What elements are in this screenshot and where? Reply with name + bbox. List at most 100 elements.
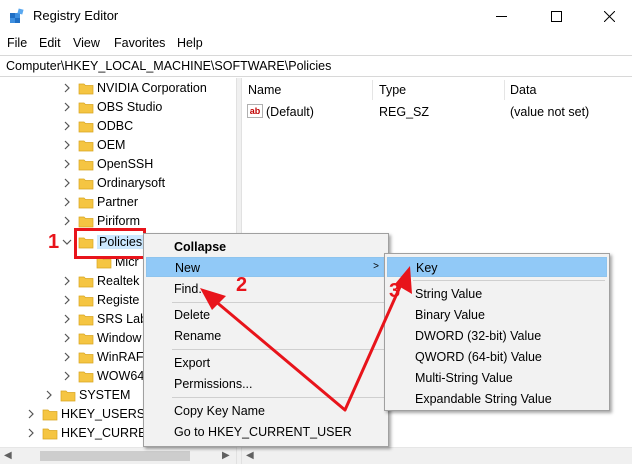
folder-icon: [78, 178, 94, 190]
menu-file[interactable]: File: [7, 36, 27, 50]
chevron-right-icon[interactable]: [62, 178, 72, 188]
menu-item-rename[interactable]: Rename: [146, 326, 386, 346]
column-separator[interactable]: [372, 80, 373, 100]
value-name[interactable]: (Default): [266, 105, 314, 119]
folder-icon: [78, 276, 94, 288]
address-bar[interactable]: Computer\HKEY_LOCAL_MACHINE\SOFTWARE\Pol…: [0, 55, 632, 77]
menu-item-find[interactable]: Find...: [146, 279, 386, 299]
menu-bar: File Edit View Favorites Help: [0, 33, 632, 54]
scroll-right-icon[interactable]: ▶: [222, 450, 230, 461]
submenu-item-key[interactable]: Key: [387, 257, 607, 277]
new-submenu: Key String Value Binary Value DWORD (32-…: [384, 253, 610, 411]
list-horizontal-scrollbar[interactable]: ◀: [242, 447, 632, 464]
menu-item-goto-hkcu[interactable]: Go to HKEY_CURRENT_USER: [146, 422, 386, 442]
maximize-button[interactable]: [533, 0, 579, 32]
folder-icon: [42, 428, 58, 440]
scroll-thumb[interactable]: [40, 451, 190, 461]
tree-item[interactable]: NVIDIA Corporation: [62, 79, 236, 98]
chevron-down-icon[interactable]: [62, 237, 72, 247]
column-separator[interactable]: [504, 80, 505, 100]
title-bar: Registry Editor: [0, 0, 632, 32]
menu-separator: [172, 349, 384, 350]
chevron-right-icon[interactable]: [62, 276, 72, 286]
close-button[interactable]: [586, 0, 632, 32]
chevron-right-icon[interactable]: [26, 409, 36, 419]
tree-horizontal-scrollbar[interactable]: ◀ ▶: [0, 447, 236, 464]
registry-editor-icon: [10, 8, 24, 23]
string-value-icon: ab: [247, 104, 263, 118]
minimize-button[interactable]: [478, 0, 524, 32]
menu-item-collapse[interactable]: Collapse: [146, 237, 386, 257]
tree-item-label: Partner: [97, 195, 138, 209]
tree-item[interactable]: ODBC: [62, 117, 236, 136]
menu-separator: [172, 397, 384, 398]
tree-item-label: Piriform: [97, 214, 141, 228]
folder-icon: [78, 83, 94, 95]
chevron-right-icon[interactable]: [62, 352, 72, 362]
chevron-right-icon[interactable]: [62, 371, 72, 381]
menu-help[interactable]: Help: [177, 36, 203, 50]
folder-icon: [78, 216, 94, 228]
scroll-left-icon[interactable]: ◀: [246, 450, 254, 461]
folder-icon: [78, 333, 94, 345]
tree-item-label: Registe: [97, 293, 140, 307]
menu-item-new[interactable]: New >: [146, 257, 386, 277]
folder-icon: [78, 140, 94, 152]
menu-item-export[interactable]: Export: [146, 353, 386, 373]
chevron-right-icon[interactable]: [62, 295, 72, 305]
folder-icon: [78, 295, 94, 307]
menu-separator: [413, 280, 605, 281]
menu-item-permissions[interactable]: Permissions...: [146, 374, 386, 394]
menu-item-copy-key-name[interactable]: Copy Key Name: [146, 401, 386, 421]
folder-icon: [60, 390, 76, 402]
chevron-right-icon[interactable]: [62, 140, 72, 150]
tree-item-label: NVIDIA Corporation: [97, 81, 207, 95]
folder-icon: [78, 197, 94, 209]
menu-favorites[interactable]: Favorites: [114, 36, 165, 50]
value-data: (value not set): [510, 105, 590, 119]
submenu-item-multi-string-value[interactable]: Multi-String Value: [387, 368, 607, 388]
tree-item-label: HKEY_CURREN: [61, 426, 156, 440]
folder-icon: [78, 159, 94, 171]
chevron-right-icon[interactable]: [62, 216, 72, 226]
window-title: Registry Editor: [33, 8, 119, 23]
value-type: REG_SZ: [379, 105, 430, 119]
tree-item[interactable]: Ordinarysoft: [62, 174, 236, 193]
scroll-left-icon[interactable]: ◀: [4, 450, 12, 461]
submenu-item-binary-value[interactable]: Binary Value: [387, 305, 607, 325]
column-header-name[interactable]: Name: [248, 83, 281, 97]
maximize-icon: [550, 10, 562, 22]
submenu-item-string-value[interactable]: String Value: [387, 284, 607, 304]
tree-item-label: HKEY_USERS: [61, 407, 146, 421]
submenu-item-expandable-string-value[interactable]: Expandable String Value: [387, 389, 607, 409]
column-header-data[interactable]: Data: [510, 83, 536, 97]
tree-item-label: WOW64: [97, 369, 145, 383]
tree-item[interactable]: OEM: [62, 136, 236, 155]
menu-item-delete[interactable]: Delete: [146, 305, 386, 325]
tree-item-label: SRS Lab: [97, 312, 148, 326]
chevron-right-icon[interactable]: [62, 83, 72, 93]
menu-view[interactable]: View: [73, 36, 100, 50]
tree-item[interactable]: OpenSSH: [62, 155, 236, 174]
tree-item[interactable]: OBS Studio: [62, 98, 236, 117]
column-header-type[interactable]: Type: [379, 83, 406, 97]
step-1-label: 1: [48, 231, 60, 253]
tree-item[interactable]: Partner: [62, 193, 236, 212]
submenu-item-qword-value[interactable]: QWORD (64-bit) Value: [387, 347, 607, 367]
chevron-right-icon[interactable]: [62, 314, 72, 324]
chevron-right-icon[interactable]: [26, 428, 36, 438]
chevron-right-icon[interactable]: [44, 390, 54, 400]
tree-item-label: ODBC: [97, 119, 134, 133]
chevron-right-icon[interactable]: [62, 102, 72, 112]
chevron-right-icon[interactable]: [62, 121, 72, 131]
folder-icon: [78, 314, 94, 326]
chevron-right-icon[interactable]: [62, 197, 72, 207]
folder-icon: [78, 371, 94, 383]
chevron-right-icon[interactable]: [62, 159, 72, 169]
folder-icon: [42, 409, 58, 421]
chevron-right-icon[interactable]: [62, 333, 72, 343]
tree-item-label: OpenSSH: [97, 157, 154, 171]
tree-item-label: OEM: [97, 138, 126, 152]
menu-edit[interactable]: Edit: [39, 36, 61, 50]
submenu-item-dword-value[interactable]: DWORD (32-bit) Value: [387, 326, 607, 346]
